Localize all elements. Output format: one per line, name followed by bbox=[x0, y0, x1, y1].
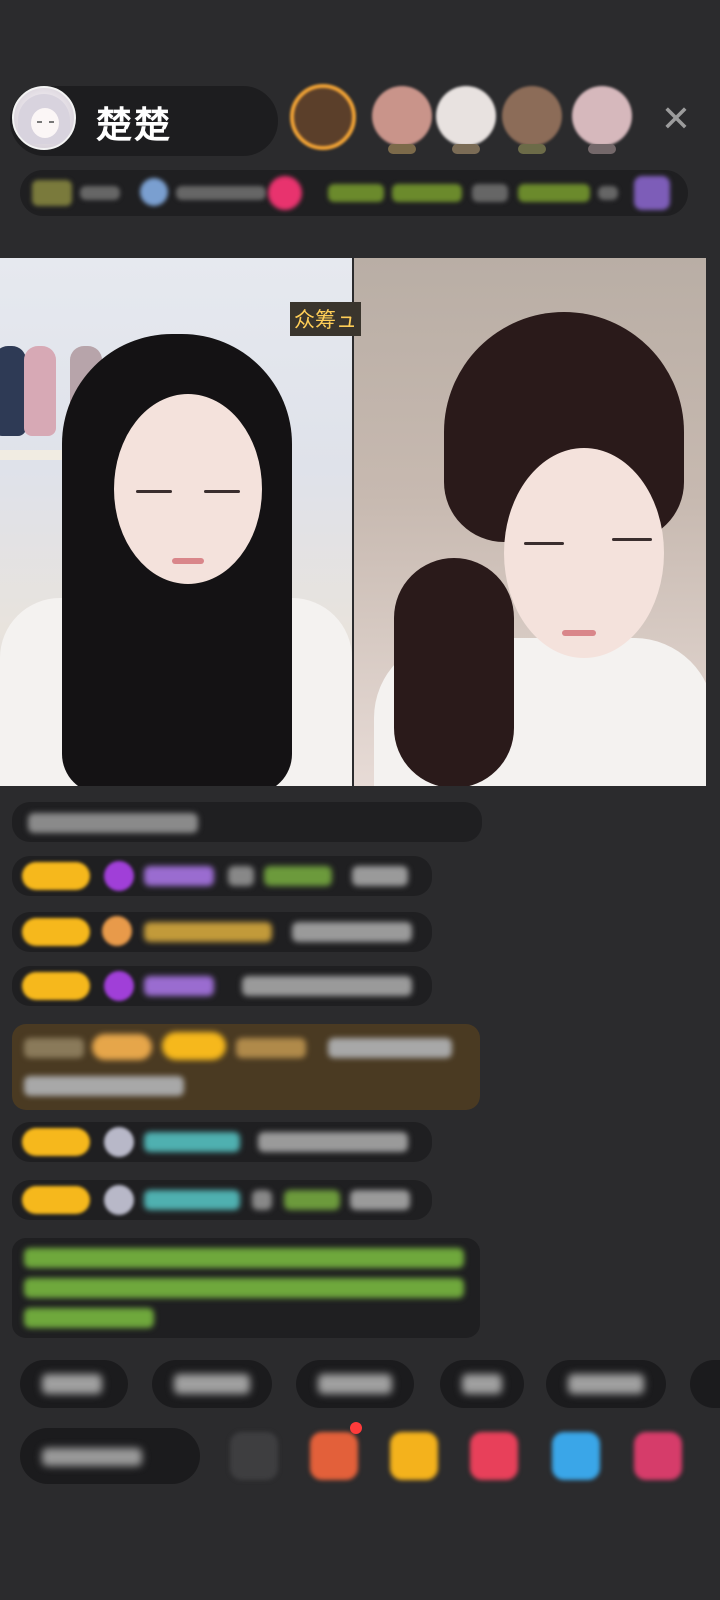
viewer-avatar[interactable] bbox=[502, 86, 562, 146]
quick-reply-chip[interactable] bbox=[440, 1360, 524, 1408]
chat-text bbox=[328, 1038, 452, 1058]
info-blur-text bbox=[472, 184, 508, 202]
viewer-rank-badge bbox=[452, 144, 480, 154]
follow-icon[interactable] bbox=[268, 176, 302, 210]
viewer-avatar[interactable] bbox=[372, 86, 432, 146]
red-packet-icon[interactable] bbox=[470, 1432, 518, 1480]
chat-username[interactable] bbox=[144, 866, 214, 886]
quick-reply-chip[interactable] bbox=[296, 1360, 414, 1408]
chat-text bbox=[242, 976, 412, 996]
gift-icon[interactable] bbox=[390, 1432, 438, 1480]
quick-reply-chip[interactable] bbox=[152, 1360, 272, 1408]
figure-decor bbox=[24, 346, 56, 436]
gem-icon bbox=[102, 916, 132, 946]
level-badge bbox=[22, 972, 90, 1000]
host-video-left[interactable] bbox=[0, 258, 352, 786]
chat-text bbox=[252, 1190, 272, 1210]
chat-username[interactable] bbox=[144, 922, 272, 942]
eye bbox=[136, 490, 172, 493]
notification-dot bbox=[350, 1422, 362, 1434]
chat-text bbox=[292, 922, 412, 942]
chat-message[interactable] bbox=[12, 802, 482, 842]
chat-text bbox=[352, 866, 408, 886]
chat-username[interactable] bbox=[236, 1038, 306, 1058]
quick-reply-chip[interactable] bbox=[690, 1360, 720, 1408]
eye bbox=[204, 490, 240, 493]
level-badge bbox=[22, 862, 90, 890]
info-blur-text bbox=[518, 184, 590, 202]
person-face bbox=[504, 448, 664, 658]
vip-badge bbox=[92, 1034, 152, 1060]
host-name[interactable]: 楚楚 bbox=[96, 96, 172, 148]
live-video-area[interactable]: 众筹ュ bbox=[0, 258, 720, 786]
system-notice bbox=[12, 1238, 480, 1338]
level-badge bbox=[162, 1032, 226, 1060]
chat-text bbox=[24, 1038, 84, 1058]
chat-username[interactable] bbox=[144, 1132, 240, 1152]
chat-text bbox=[28, 813, 198, 833]
gift-box-icon[interactable] bbox=[634, 176, 670, 210]
viewer-avatar[interactable] bbox=[290, 84, 356, 150]
person-face bbox=[114, 394, 262, 584]
chat-username[interactable] bbox=[144, 1190, 240, 1210]
level-badge bbox=[22, 1186, 90, 1214]
gem-icon bbox=[104, 1185, 134, 1215]
info-blur-text bbox=[176, 186, 266, 200]
viewer-rank-badge bbox=[588, 144, 616, 154]
chat-message[interactable] bbox=[12, 966, 432, 1006]
ponytail bbox=[394, 558, 514, 786]
chat-message[interactable] bbox=[12, 1180, 432, 1220]
viewer-rank-badge bbox=[518, 144, 546, 154]
info-blur-text bbox=[392, 184, 462, 202]
crowdfunding-tag[interactable]: 众筹ュ bbox=[290, 302, 361, 336]
viewer-avatar[interactable] bbox=[436, 86, 496, 146]
gem-icon bbox=[104, 861, 134, 891]
info-blur-text bbox=[598, 186, 618, 200]
game-icon[interactable] bbox=[552, 1432, 600, 1480]
chat-text bbox=[228, 866, 254, 886]
gem-icon bbox=[104, 971, 134, 1001]
notice-text bbox=[24, 1248, 464, 1268]
chat-username[interactable] bbox=[284, 1190, 340, 1210]
level-badge bbox=[22, 918, 90, 946]
notice-text bbox=[24, 1278, 464, 1298]
chat-username[interactable] bbox=[264, 866, 332, 886]
notice-text bbox=[24, 1308, 154, 1328]
quick-reply-chip[interactable] bbox=[20, 1360, 128, 1408]
eye bbox=[612, 538, 652, 541]
chat-text bbox=[258, 1132, 408, 1152]
eye bbox=[524, 542, 564, 545]
comment-input[interactable] bbox=[20, 1428, 200, 1484]
shop-icon[interactable] bbox=[310, 1432, 358, 1480]
viewer-avatar[interactable] bbox=[572, 86, 632, 146]
chat-text bbox=[24, 1076, 184, 1096]
chat-text bbox=[350, 1190, 410, 1210]
platform-icon bbox=[140, 178, 168, 206]
quick-reply-chip[interactable] bbox=[546, 1360, 666, 1408]
emoji-icon[interactable] bbox=[230, 1432, 278, 1480]
host-avatar[interactable] bbox=[12, 86, 76, 150]
level-badge bbox=[22, 1128, 90, 1156]
info-blur-text bbox=[80, 186, 120, 200]
info-blur-text bbox=[328, 184, 384, 202]
room-info-bar[interactable] bbox=[20, 170, 688, 216]
chat-username[interactable] bbox=[144, 976, 214, 996]
chat-message[interactable] bbox=[12, 1122, 432, 1162]
rank-icon bbox=[32, 180, 72, 206]
lips bbox=[562, 630, 596, 636]
chat-message-highlight[interactable] bbox=[12, 1024, 480, 1110]
more-icon[interactable] bbox=[634, 1432, 682, 1480]
figure-decor bbox=[0, 346, 26, 436]
chat-message[interactable] bbox=[12, 912, 432, 952]
guest-video-right[interactable] bbox=[354, 258, 706, 786]
chat-message[interactable] bbox=[12, 856, 432, 896]
viewer-rank-badge bbox=[388, 144, 416, 154]
gem-icon bbox=[104, 1127, 134, 1157]
close-icon[interactable]: ✕ bbox=[656, 100, 696, 140]
lips bbox=[172, 558, 204, 564]
